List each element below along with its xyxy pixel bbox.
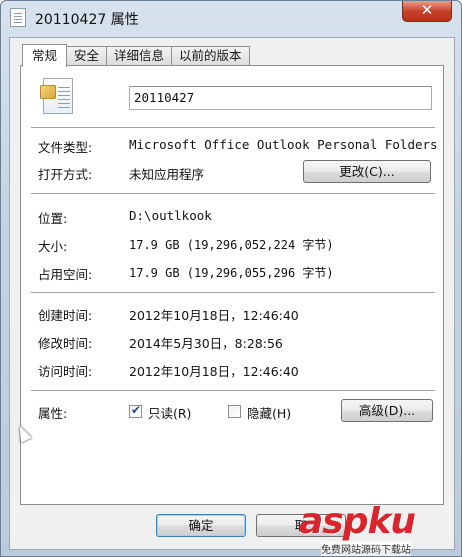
file-type-label: 文件类型:	[38, 140, 93, 155]
size-label: 大小:	[38, 239, 68, 254]
window-title: 20110427 属性	[35, 12, 139, 28]
size-value: 17.9 GB (19,296,052,224 字节)	[129, 238, 334, 252]
open-with-label: 打开方式:	[38, 167, 93, 182]
created-label: 创建时间:	[38, 308, 93, 323]
tab-previous-versions[interactable]: 以前的版本	[171, 46, 250, 66]
advanced-button[interactable]: 高级(D)...	[341, 399, 433, 422]
divider	[31, 292, 435, 294]
tab-security[interactable]: 安全	[66, 46, 108, 66]
divider	[31, 390, 435, 392]
change-button[interactable]: 更改(C)...	[303, 160, 431, 183]
file-name-input[interactable]: 20110427	[129, 86, 432, 110]
hidden-checkbox[interactable]	[228, 405, 241, 418]
attributes-label: 属性:	[38, 406, 68, 421]
divider	[31, 127, 435, 129]
created-value: 2012年10月18日，12:46:40	[129, 308, 299, 323]
modified-value: 2014年5月30日，8:28:56	[129, 336, 283, 351]
file-type-value: Microsoft Office Outlook Personal Folder…	[129, 137, 438, 152]
ok-button[interactable]: 确定	[156, 514, 246, 537]
disk-size-value: 17.9 GB (19,296,055,296 字节)	[129, 266, 334, 280]
dialog-content: 常规 安全 详细信息 以前的版本 20110427 文件类型: Microsof…	[9, 37, 455, 550]
location-value: D:\outlkook	[129, 208, 212, 223]
tab-general[interactable]: 常规	[22, 44, 68, 67]
properties-window: 20110427 属性 ✕ 常规 安全 详细信息 以前的版本 20110427 …	[0, 0, 462, 557]
location-label: 位置:	[38, 211, 68, 226]
modified-label: 修改时间:	[38, 336, 93, 351]
disk-size-label: 占用空间:	[38, 267, 93, 282]
divider	[31, 193, 435, 195]
hidden-label[interactable]: 隐藏(H)	[247, 403, 291, 422]
close-button[interactable]: ✕	[402, 1, 452, 22]
accessed-value: 2012年10月18日，12:46:40	[129, 364, 299, 379]
tab-strip: 常规 安全 详细信息 以前的版本	[22, 44, 250, 67]
general-panel: 20110427 文件类型: Microsoft Office Outlook …	[20, 65, 444, 505]
readonly-label[interactable]: 只读(R)	[148, 403, 191, 422]
open-with-value: 未知应用程序	[129, 167, 205, 182]
title-bar[interactable]: 20110427 属性 ✕	[1, 1, 461, 35]
outlook-badge-icon	[40, 85, 56, 99]
outlook-data-file-icon	[40, 78, 73, 114]
readonly-checkbox[interactable]	[129, 403, 142, 418]
accessed-label: 访问时间:	[38, 364, 93, 379]
document-icon	[10, 8, 26, 27]
cancel-button[interactable]: 取	[256, 514, 346, 537]
tab-details[interactable]: 详细信息	[106, 46, 173, 66]
